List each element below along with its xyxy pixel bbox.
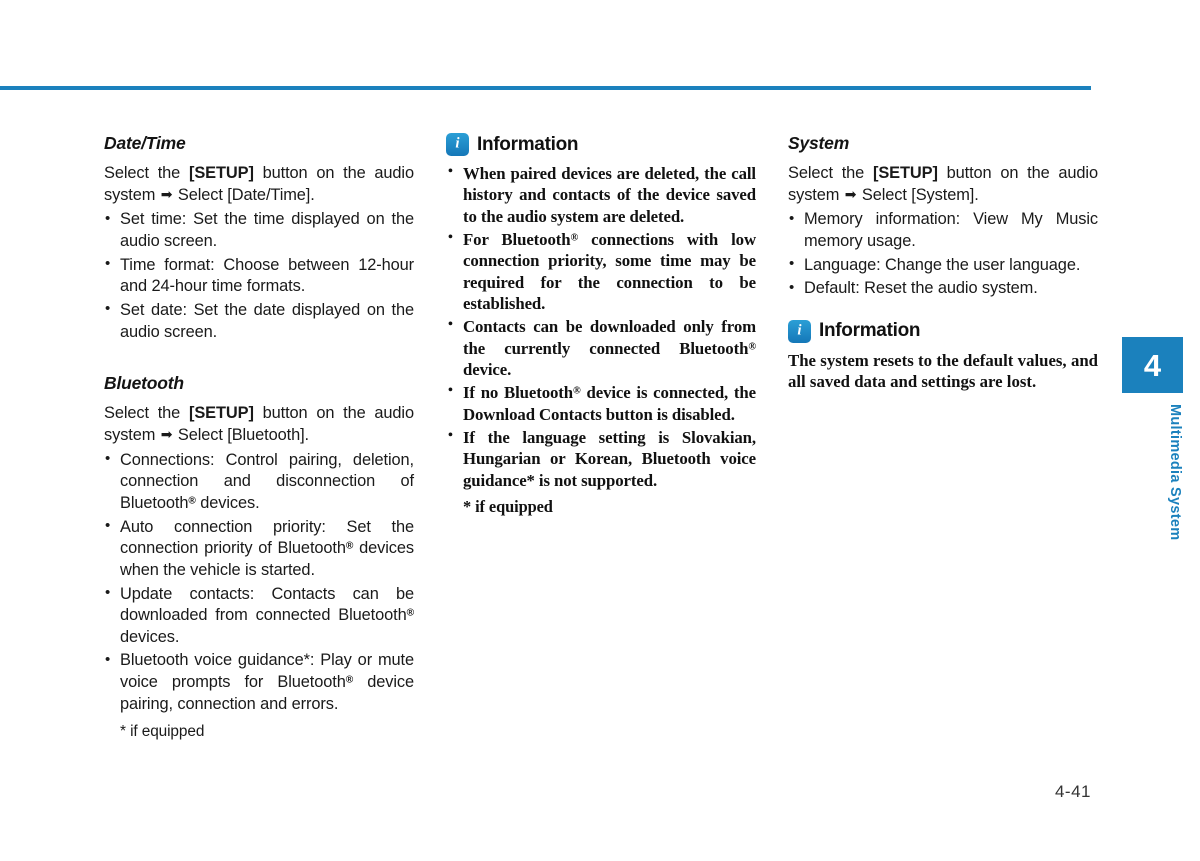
header-divider-rule [0, 86, 1091, 90]
right-arrow-icon: ➡ [160, 185, 173, 202]
list-item: When paired devices are deleted, the cal… [446, 163, 756, 227]
section-heading-bluetooth: Bluetooth [104, 373, 184, 394]
list-item: Contacts can be downloaded only from the… [446, 316, 756, 380]
chapter-label: Multimedia System [1167, 404, 1183, 541]
information-body: The system resets to the default values,… [788, 350, 1098, 393]
list-item: If no Bluetooth® device is connected, th… [446, 382, 756, 425]
right-arrow-icon: ➡ [160, 425, 173, 442]
information-paragraph: The system resets to the default values,… [788, 350, 1098, 392]
information-box-system: i Information The system resets to the d… [788, 319, 1098, 393]
information-title: Information [819, 320, 921, 342]
list-item: For Bluetooth® connections with low conn… [446, 229, 756, 314]
registered-trademark-symbol: ® [573, 385, 581, 397]
section-heading-system: System [788, 133, 850, 153]
footnote-if-equipped-left: * if equipped [120, 723, 205, 741]
intro-suffix: Select [System]. [857, 185, 979, 204]
list-item: Set time: Set the time displayed on the … [104, 209, 414, 252]
page-columns: Date/Time Select the [SETUP] button on t… [104, 133, 1098, 743]
bullet-list-bluetooth: Connections: Control pairing, deletion, … [104, 449, 414, 716]
registered-trademark-symbol: ® [188, 495, 196, 507]
info-icon-glyph: i [797, 322, 802, 339]
registered-trademark-symbol: ® [345, 540, 354, 552]
intro-suffix: Select [Date/Time]. [173, 185, 315, 204]
list-item: If the language setting is Slovakian, Hu… [446, 427, 756, 491]
section-system: System Select the [SETUP] button on the … [788, 133, 1098, 300]
registered-trademark-symbol: ® [570, 232, 579, 244]
list-item: Set date: Set the date displayed on the … [104, 299, 414, 343]
information-body: When paired devices are deleted, the cal… [446, 163, 756, 518]
intro-prefix: Select the [104, 404, 189, 423]
information-title: Information [477, 133, 579, 155]
registered-trademark-symbol: ® [406, 607, 414, 619]
registered-trademark-symbol: ® [748, 341, 756, 353]
information-bullet-list: When paired devices are deleted, the cal… [446, 163, 756, 491]
info-icon: i [788, 319, 811, 343]
information-box-bluetooth: i Information When paired devices are de… [446, 133, 756, 518]
list-item: Bluetooth voice guidance*: Play or mute … [104, 650, 414, 715]
bullet-list-system: Memory information: View My Music memory… [788, 209, 1098, 300]
info-icon-glyph: i [455, 135, 460, 152]
info-icon: i [446, 133, 469, 156]
middle-column: i Information When paired devices are de… [446, 133, 756, 518]
bullet-list-date-time: Set time: Set the time displayed on the … [104, 209, 414, 343]
setup-button-label: [SETUP] [188, 164, 254, 182]
page-number: 4-41 [1054, 782, 1091, 801]
list-item: Update contacts: Contacts can be downloa… [104, 583, 414, 649]
registered-trademark-symbol: ® [345, 674, 354, 686]
list-item: Time format: Choose between 12-hour and … [104, 254, 414, 298]
list-item: Memory information: View My Music memory… [788, 209, 1098, 252]
intro-prefix: Select the [788, 164, 873, 182]
section-bluetooth: Bluetooth Select the [SETUP] button on t… [104, 373, 414, 743]
list-item: Connections: Control pairing, deletion, … [104, 449, 414, 515]
list-item: Default: Reset the audio system. [788, 278, 1098, 300]
section-intro-system: Select the [SETUP] button on the audio s… [788, 163, 1098, 206]
section-date-time: Date/Time Select the [SETUP] button on t… [104, 133, 414, 343]
intro-suffix: Select [Bluetooth]. [173, 425, 309, 444]
section-intro-bluetooth: Select the [SETUP] button on the audio s… [104, 403, 414, 446]
intro-prefix: Select the [104, 164, 189, 182]
right-column: System Select the [SETUP] button on the … [788, 133, 1098, 393]
section-intro-date-time: Select the [SETUP] button on the audio s… [104, 163, 414, 206]
list-item: Language: Change the user language. [788, 254, 1098, 277]
list-item: Auto connection priority: Set the connec… [104, 516, 414, 582]
chapter-number: 4 [1143, 347, 1162, 383]
section-heading-date-time: Date/Time [104, 133, 186, 153]
setup-button-label: [SETUP] [188, 404, 254, 423]
information-header: i Information [788, 319, 1098, 343]
information-header: i Information [446, 133, 756, 156]
left-column: Date/Time Select the [SETUP] button on t… [104, 133, 414, 743]
footnote-if-equipped-middle: * if equipped [463, 496, 553, 516]
chapter-tab: 4 [1122, 337, 1183, 393]
setup-button-label: [SETUP] [872, 164, 938, 182]
right-arrow-icon: ➡ [844, 185, 857, 202]
